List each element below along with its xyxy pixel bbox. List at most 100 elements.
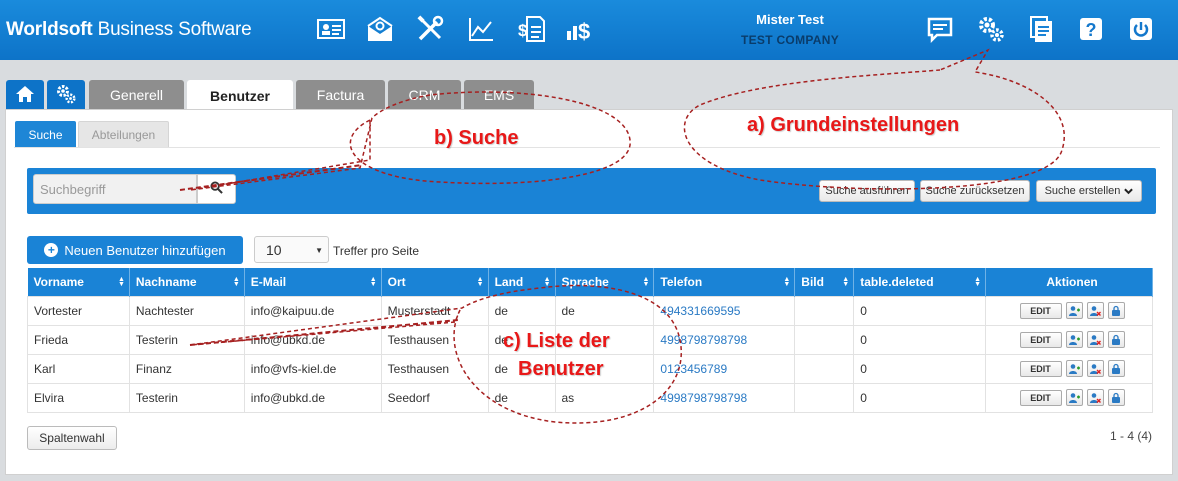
- tab-generell[interactable]: Generell: [89, 80, 184, 110]
- table-cell: [794, 382, 855, 413]
- table-cell: info@ubkd.de: [243, 324, 382, 355]
- column-header-ort[interactable]: Ort ▲ ▼: [381, 268, 489, 296]
- table-cell: 4998798798798: [653, 324, 796, 355]
- table-cell: Vortester: [27, 295, 130, 326]
- subtab-abteilungen[interactable]: Abteilungen: [78, 121, 169, 148]
- add-user-icon[interactable]: [1065, 360, 1083, 377]
- edit-button[interactable]: EDIT: [1019, 302, 1062, 319]
- column-header-telefon[interactable]: Telefon ▲ ▼: [653, 268, 796, 296]
- remove-user-icon[interactable]: [1086, 360, 1104, 377]
- sort-icon: ▲ ▼: [783, 276, 791, 288]
- tab-settings[interactable]: [47, 80, 85, 110]
- tab-benutzer[interactable]: Benutzer: [187, 80, 293, 111]
- pagination-info: 1 - 4 (4): [1110, 429, 1153, 443]
- sort-icon: ▲ ▼: [232, 276, 240, 288]
- subtab-divider: [14, 147, 1160, 148]
- chart-icon[interactable]: [464, 13, 498, 45]
- table-cell: Testerin: [128, 324, 245, 355]
- chat-icon[interactable]: [923, 13, 957, 45]
- edit-button[interactable]: EDIT: [1019, 331, 1062, 348]
- column-header-land[interactable]: Land ▲ ▼: [488, 268, 556, 296]
- column-header-bild[interactable]: Bild ▲ ▼: [794, 268, 855, 296]
- settings-icon: [55, 83, 77, 108]
- tab-crm[interactable]: CRM: [388, 80, 461, 110]
- table-cell: as: [554, 382, 655, 413]
- remove-user-icon[interactable]: [1086, 389, 1104, 406]
- row-actions: EDIT: [985, 382, 1153, 413]
- lock-icon[interactable]: [1107, 331, 1125, 348]
- contact-card-icon[interactable]: [314, 13, 348, 45]
- search-reset-button[interactable]: Suche zurücksetzen: [920, 180, 1030, 202]
- search-create-button[interactable]: Suche erstellen: [1036, 180, 1142, 202]
- per-page-label: Treffer pro Seite: [333, 244, 420, 258]
- table-cell: Testhausen: [380, 353, 489, 384]
- search-bar: Suche ausführen Suche zurücksetzen Suche…: [27, 168, 1156, 214]
- documents-icon[interactable]: [1024, 13, 1058, 45]
- sort-icon: ▲ ▼: [369, 276, 377, 288]
- column-header-nachname[interactable]: Nachname ▲ ▼: [129, 268, 245, 296]
- finance-icon[interactable]: $: [563, 13, 597, 45]
- column-header-deleted[interactable]: table.deleted ▲ ▼: [853, 268, 987, 296]
- tab-ems[interactable]: EMS: [464, 80, 534, 110]
- edit-button[interactable]: EDIT: [1019, 360, 1062, 377]
- table-cell: Musterstadt: [380, 295, 489, 326]
- table-cell: info@kaipuu.de: [243, 295, 382, 326]
- app-header: Worldsoft Business Software $ $ Mister T…: [0, 0, 1178, 60]
- invoice-icon[interactable]: $: [514, 13, 548, 45]
- table-cell: Elvira: [27, 382, 130, 413]
- add-user-icon[interactable]: [1065, 302, 1083, 319]
- column-header-sprache[interactable]: Sprache ▲ ▼: [555, 268, 655, 296]
- power-icon[interactable]: [1124, 13, 1158, 45]
- column-header-email[interactable]: E-Mail ▲ ▼: [244, 268, 382, 296]
- sort-icon: ▲ ▼: [543, 276, 551, 288]
- user-info: Mister Test TEST COMPANY: [700, 12, 880, 47]
- row-actions: EDIT: [985, 324, 1153, 355]
- tab-home[interactable]: [6, 80, 44, 110]
- home-icon: [14, 83, 36, 108]
- row-actions: EDIT: [985, 353, 1153, 384]
- add-user-icon[interactable]: [1065, 331, 1083, 348]
- table-cell: 494331669595: [653, 295, 796, 326]
- mail-settings-icon[interactable]: [363, 13, 397, 45]
- sort-icon: ▲ ▼: [842, 276, 850, 288]
- per-page-select[interactable]: 10 ▼: [254, 236, 329, 263]
- table-row[interactable]: Elvira Testerin info@ubkd.de Seedorf de as 499…: [27, 382, 1153, 413]
- search-run-button[interactable]: Suche ausführen: [819, 180, 915, 202]
- table-cell: info@ubkd.de: [243, 382, 382, 413]
- search-input[interactable]: [33, 174, 197, 204]
- table-cell: Frieda: [27, 324, 130, 355]
- caret-down-icon: ▼: [315, 246, 323, 255]
- table-cell: de: [487, 382, 556, 413]
- table-cell: 0: [853, 324, 987, 355]
- lock-icon[interactable]: [1107, 360, 1125, 377]
- sort-icon: ▲ ▼: [476, 276, 484, 288]
- table-row[interactable]: Vortester Nachtester info@kaipuu.de Musters…: [27, 295, 1153, 326]
- sort-icon: ▲ ▼: [974, 276, 982, 288]
- table-header-row: Vorname ▲ ▼ Nachname ▲ ▼ E-Mail ▲ ▼ Ort ▲ ▼ Land…: [27, 268, 1153, 296]
- annotation-c-label-line1: c) Liste der: [503, 330, 610, 352]
- column-header-vorname[interactable]: Vorname ▲ ▼: [27, 268, 130, 296]
- chevron-down-icon: [1124, 188, 1134, 195]
- lock-icon[interactable]: [1107, 389, 1125, 406]
- add-user-button[interactable]: + Neuen Benutzer hinzufügen: [27, 236, 243, 264]
- subtab-suche[interactable]: Suche: [15, 121, 76, 148]
- svg-text:$: $: [518, 21, 528, 40]
- edit-button[interactable]: EDIT: [1019, 389, 1062, 406]
- table-cell: Seedorf: [380, 382, 489, 413]
- search-button[interactable]: [197, 174, 236, 204]
- lock-icon[interactable]: [1107, 302, 1125, 319]
- settings-icon[interactable]: [974, 13, 1008, 45]
- tab-factura[interactable]: Factura: [296, 80, 385, 110]
- table-cell: Finanz: [128, 353, 245, 384]
- help-icon[interactable]: ?: [1074, 13, 1108, 45]
- table-cell: [794, 295, 855, 326]
- remove-user-icon[interactable]: [1086, 302, 1104, 319]
- add-user-icon[interactable]: [1065, 389, 1083, 406]
- app-brand: Worldsoft Business Software: [6, 19, 252, 40]
- remove-user-icon[interactable]: [1086, 331, 1104, 348]
- tools-icon[interactable]: [413, 13, 447, 45]
- table-cell: 0123456789: [653, 353, 796, 384]
- column-chooser-button[interactable]: Spaltenwahl: [27, 426, 117, 450]
- plus-circle-icon: +: [44, 243, 59, 257]
- user-name: Mister Test: [756, 12, 824, 27]
